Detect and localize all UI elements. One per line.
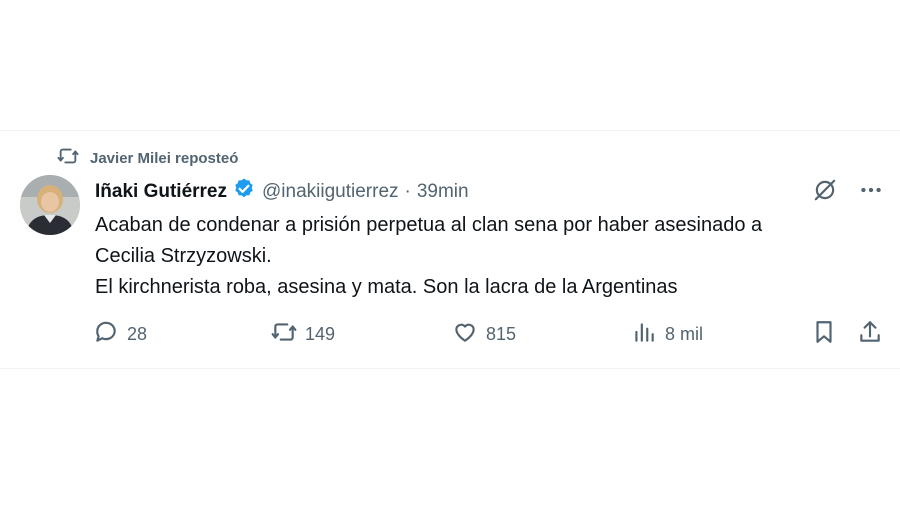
- tweet-text: Acaban de condenar a prisión perpetua al…: [95, 210, 885, 303]
- tweet-line: Cecilia Strzyzowski.: [95, 245, 272, 267]
- avatar[interactable]: [20, 175, 80, 235]
- header-separator: ·: [404, 181, 411, 202]
- bookmark-icon: [811, 319, 837, 350]
- like-button[interactable]: 815: [452, 319, 516, 350]
- repost-indicator[interactable]: Javier Milei reposteó: [56, 145, 238, 171]
- author-name[interactable]: Iñaki Gutiérrez: [95, 181, 227, 203]
- tweet-top-actions: [812, 177, 884, 208]
- repost-button[interactable]: 149: [271, 319, 335, 350]
- grok-icon[interactable]: [812, 177, 838, 208]
- repost-icon: [271, 319, 297, 350]
- reply-button[interactable]: 28: [93, 319, 147, 350]
- reply-icon: [93, 319, 119, 350]
- tweet-header: Iñaki Gutiérrez @inakiigutierrez · 39min: [95, 177, 469, 207]
- like-count: 815: [486, 324, 517, 344]
- views-count: 8 mil: [665, 324, 704, 344]
- repost-label: Javier Milei reposteó: [90, 149, 239, 167]
- repost-icon: [56, 145, 80, 171]
- tweet-line: Acaban de condenar a prisión perpetua al…: [95, 214, 763, 236]
- reply-count: 28: [127, 324, 148, 344]
- repost-count: 149: [305, 324, 336, 344]
- tweet-timestamp[interactable]: 39min: [417, 181, 469, 203]
- verified-icon: [227, 177, 262, 207]
- share-icon: [857, 319, 883, 350]
- like-icon: [452, 319, 478, 350]
- author-handle[interactable]: @inakiigutierrez: [262, 181, 399, 203]
- tweet-action-bar: 28 149 815 8 mil: [93, 319, 893, 349]
- more-icon[interactable]: [858, 177, 884, 208]
- views-button[interactable]: 8 mil: [631, 319, 703, 350]
- bookmark-button[interactable]: [811, 319, 837, 350]
- tweet-card[interactable]: Javier Milei reposteó Iñaki Gutiérrez @i…: [0, 130, 900, 369]
- tweet-line: El kirchnerista roba, asesina y mata. So…: [95, 276, 678, 298]
- views-icon: [631, 319, 657, 350]
- share-button[interactable]: [857, 319, 883, 350]
